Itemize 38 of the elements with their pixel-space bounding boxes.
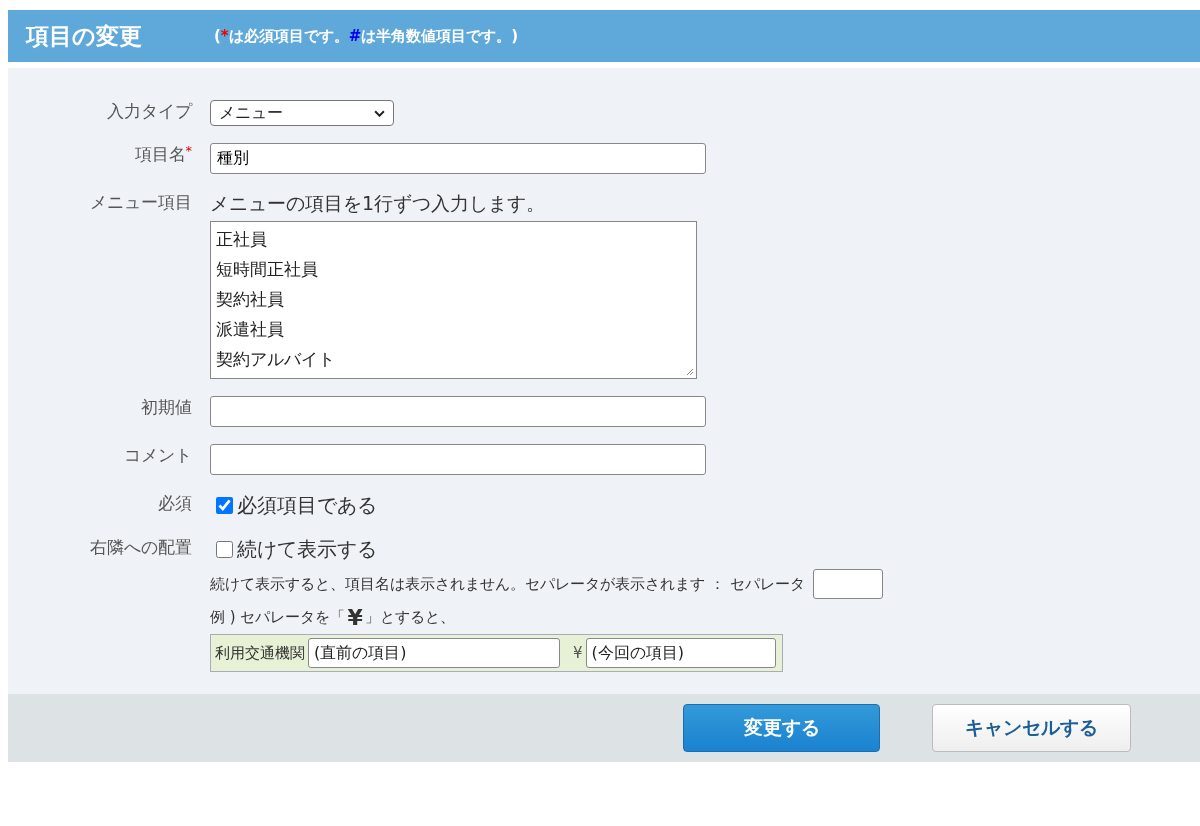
example-text: 例 ) セパレータを「 [210, 608, 346, 627]
chevron-icon [374, 109, 385, 117]
required-mark: * [185, 143, 192, 158]
field-hint: メニューの項目を1行ずつ入力します。 [210, 191, 547, 216]
page-title: 項目の変更 [26, 21, 143, 51]
checkbox[interactable] [216, 497, 233, 514]
text-field[interactable] [210, 444, 706, 475]
example-text: 」とすると、 [364, 608, 455, 627]
menu-item-text: 短時間正社員 [216, 258, 318, 281]
example-symbol: ¥ [347, 605, 363, 630]
type-select[interactable]: メニュー [210, 100, 394, 126]
field-label: 必須 [158, 493, 192, 513]
field-label: 右隣への配置 [90, 537, 192, 557]
menu-item-text: 契約社員 [216, 288, 284, 311]
field-label: コメント [124, 445, 192, 465]
sample-label: 利用交通機関 [215, 643, 305, 663]
menu-items-field[interactable]: 正社員 短時間正社員 契約社員 派遣社員 契約アルバイト [210, 221, 697, 379]
field-label: メニュー項目 [90, 192, 192, 212]
submit-button[interactable]: 変更する [683, 704, 880, 752]
sample-field[interactable]: (直前の項目) [308, 638, 560, 668]
field-label: 初期値 [141, 397, 192, 417]
resize-grip-icon[interactable] [686, 368, 694, 376]
checkbox-label[interactable]: 必須項目である [237, 492, 377, 519]
field-label: 入力タイプ [107, 101, 192, 121]
sample-separator: ¥ [573, 644, 583, 662]
separator-field[interactable] [812, 569, 883, 599]
description-text: 続けて表示すると、項目名は表示されません。セパレータが表示されます ： セパレータ [210, 574, 805, 594]
checkbox-label[interactable]: 続けて表示する [237, 536, 377, 563]
text-field[interactable]: 種別 [210, 143, 706, 174]
sample-field[interactable]: (今回の項目) [585, 638, 776, 668]
cancel-button[interactable]: キャンセルする [932, 704, 1131, 752]
menu-item-text: 契約アルバイト [216, 348, 335, 371]
text-field[interactable] [210, 396, 706, 427]
header-note: (*は必須項目です。#は半角数値項目です。) [214, 26, 519, 46]
menu-item-text: 正社員 [216, 228, 267, 251]
field-label: 項目名 [134, 144, 186, 164]
menu-item-text: 派遣社員 [216, 318, 284, 341]
checkbox[interactable] [216, 541, 233, 558]
